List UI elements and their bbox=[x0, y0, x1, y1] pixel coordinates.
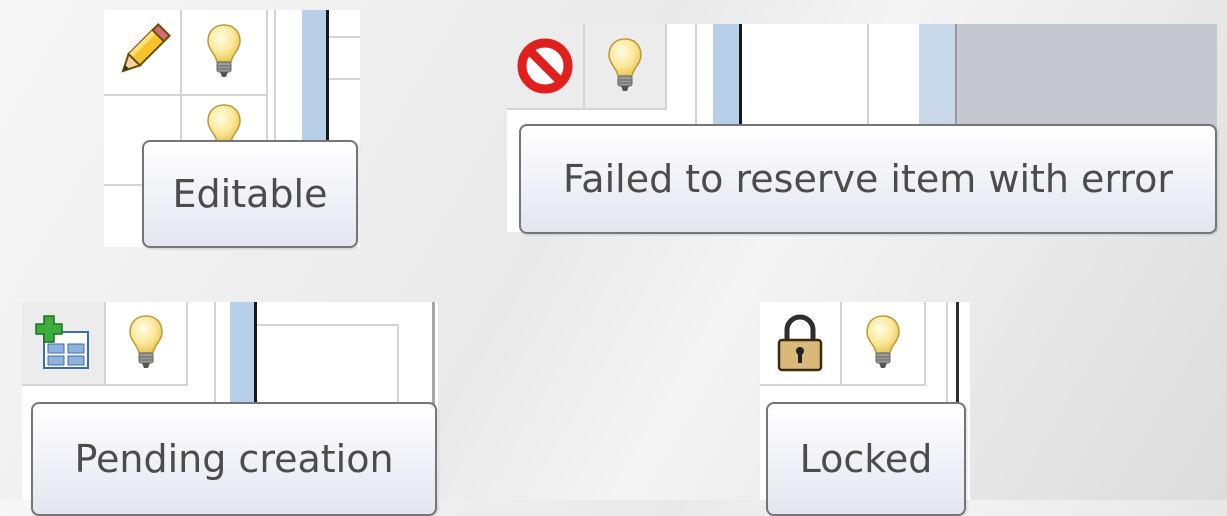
hint-cell[interactable] bbox=[106, 302, 188, 386]
tooltip-locked: Locked bbox=[766, 402, 966, 516]
hint-cell[interactable] bbox=[842, 302, 926, 386]
tooltip-editable: Editable bbox=[142, 140, 358, 248]
add-item-icon bbox=[34, 314, 92, 372]
tooltip-pending: Pending creation bbox=[31, 402, 437, 516]
lightbulb-icon bbox=[126, 313, 166, 373]
row-divider bbox=[329, 78, 360, 80]
status-cell-editable[interactable] bbox=[104, 10, 182, 96]
row-divider bbox=[329, 36, 360, 38]
no-entry-icon bbox=[517, 38, 573, 94]
pencil-icon bbox=[109, 19, 175, 85]
lightbulb-icon bbox=[605, 36, 645, 96]
lightbulb-icon bbox=[863, 313, 903, 373]
hint-cell[interactable] bbox=[585, 24, 667, 110]
tooltip-failed: Failed to reserve item with error bbox=[519, 124, 1217, 234]
padlock-icon bbox=[774, 313, 826, 373]
hint-cell[interactable] bbox=[182, 10, 268, 96]
lightbulb-icon bbox=[204, 22, 244, 82]
status-cell-failed[interactable] bbox=[507, 24, 585, 110]
status-cell-locked[interactable] bbox=[760, 302, 842, 386]
status-cell-pending[interactable] bbox=[22, 302, 106, 386]
input-cell-border bbox=[257, 324, 397, 326]
